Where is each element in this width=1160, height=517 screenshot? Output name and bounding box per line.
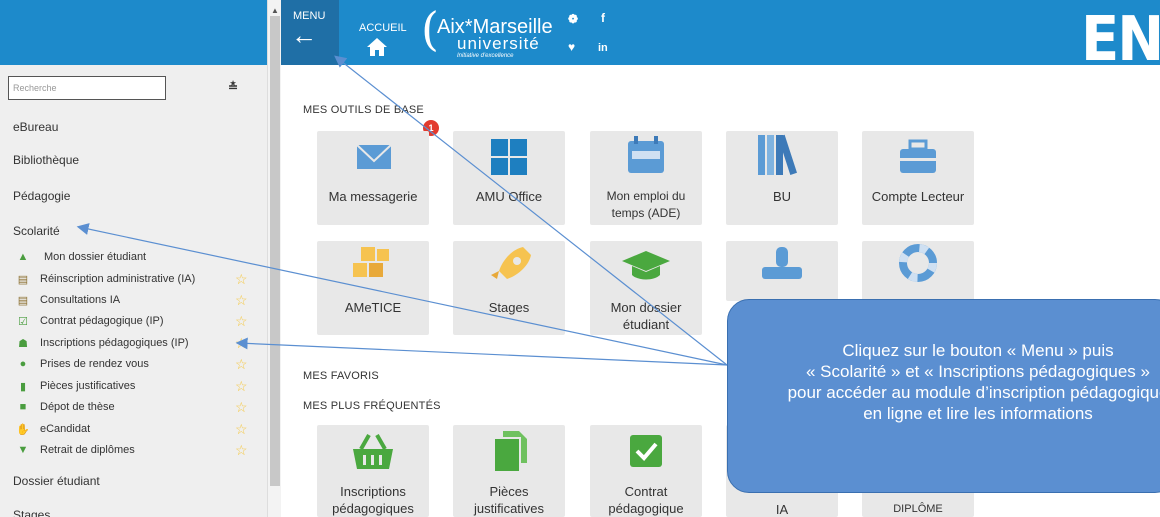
- globe-icon[interactable]: ❁: [568, 12, 578, 26]
- arrow-left-icon: ←: [291, 20, 317, 50]
- sidebar: ≛ eBureau Bibliothèque Pédagogie Scolari…: [0, 0, 267, 517]
- book-icon: ■: [19, 401, 27, 413]
- menu-button[interactable]: MENU ←: [281, 0, 339, 65]
- favorite-star-icon[interactable]: ☆: [235, 399, 248, 416]
- favorite-star-icon[interactable]: ☆: [235, 271, 248, 288]
- tile-messagerie[interactable]: Ma messagerie: [317, 131, 429, 225]
- scroll-up-icon[interactable]: ▲: [271, 6, 279, 15]
- sub-item-contrat[interactable]: ☑ Contrat pédagogique (IP) ☆: [16, 313, 256, 333]
- sub-item-consultations[interactable]: ▤ Consultations IA ☆: [16, 292, 256, 312]
- tile-pieces-justificatives[interactable]: Pièces justificatives: [453, 425, 565, 517]
- check-square-icon: [630, 435, 662, 467]
- twitter-icon[interactable]: ♥: [568, 40, 575, 54]
- tile-contrat-pedagogique[interactable]: Contrat pédagogique: [590, 425, 702, 517]
- tile-mon-dossier-etudiant[interactable]: Mon dossier étudiant: [590, 241, 702, 335]
- tile-ametice[interactable]: AMeTICE: [317, 241, 429, 335]
- favorite-star-icon[interactable]: ☆: [235, 378, 248, 395]
- institution-icon: ▤: [17, 274, 29, 286]
- section-title-base: MES OUTILS DE BASE: [303, 104, 424, 116]
- section-title-frequents: MES PLUS FRÉQUENTÉS: [303, 400, 441, 412]
- favorite-star-icon[interactable]: ☆: [235, 442, 248, 459]
- sidebar-item-scolarite[interactable]: Scolarité: [13, 224, 60, 238]
- tile-bu[interactable]: BU: [726, 131, 838, 225]
- callout-line-3: pour accéder au module d’inscription péd…: [787, 383, 1160, 402]
- tile-stamp[interactable]: [726, 241, 838, 301]
- tile-inscriptions-pedagogiques[interactable]: Inscriptions pédagogiques: [317, 425, 429, 517]
- sidebar-item-bibliotheque[interactable]: Bibliothèque: [13, 153, 79, 167]
- facebook-icon[interactable]: f: [601, 11, 605, 25]
- tutorial-callout: Cliquez sur le bouton « Menu » puis « Sc…: [727, 299, 1160, 493]
- favorite-star-icon[interactable]: ☆: [235, 313, 248, 330]
- home-icon: [367, 38, 387, 56]
- calendar-icon: [628, 136, 664, 173]
- institution-icon: ▤: [17, 295, 29, 307]
- basket-icon: [353, 434, 393, 469]
- trophy-icon: ▼: [17, 444, 29, 456]
- check-square-icon: ☑: [18, 316, 28, 328]
- favorite-star-icon[interactable]: ☆: [235, 421, 248, 438]
- amu-logo[interactable]: ( Aix*Marseille université Initiative d'…: [421, 2, 561, 60]
- linkedin-icon[interactable]: in: [598, 42, 608, 54]
- sub-item-rendez-vous[interactable]: ● Prises de rendez vous ☆: [16, 356, 256, 376]
- tile-amu-office[interactable]: AMU Office: [453, 131, 565, 225]
- sidebar-item-dossier-etudiant[interactable]: Dossier étudiant: [13, 474, 100, 488]
- sidebar-item-pedagogie[interactable]: Pédagogie: [13, 189, 70, 203]
- ent-brand: ENT: [1081, 4, 1160, 76]
- section-title-favoris: MES FAVORIS: [303, 370, 379, 382]
- favorite-star-icon[interactable]: ☆: [235, 292, 248, 309]
- files-icon: ▮: [19, 381, 27, 393]
- basket-icon: ☗: [18, 338, 28, 350]
- sub-item-retrait-diplomes[interactable]: ▼ Retrait de diplômes ☆: [16, 442, 256, 462]
- rocket-icon: [491, 247, 531, 279]
- tile-emploi-du-temps[interactable]: Mon emploi du temps (ADE): [590, 131, 702, 225]
- tile-stages[interactable]: Stages: [453, 241, 565, 335]
- windows-icon: [491, 139, 527, 175]
- scroll-thumb[interactable]: [270, 16, 280, 486]
- stamp-icon: [762, 247, 802, 279]
- lifebuoy-icon: [899, 244, 937, 282]
- graduation-cap-icon: ▲: [17, 251, 29, 263]
- sidebar-item-stages[interactable]: Stages: [13, 508, 50, 517]
- top-bar: MENU ← ACCUEIL ( Aix*Marseille universit…: [281, 0, 1160, 76]
- cubes-icon: [353, 247, 389, 277]
- favorite-star-icon[interactable]: ☆: [235, 335, 248, 352]
- favorite-star-icon[interactable]: ☆: [235, 356, 248, 373]
- envelope-icon: [356, 144, 392, 169]
- callout-line-2: « Scolarité » et « Inscriptions pédagogi…: [805, 362, 1150, 381]
- search-input[interactable]: [8, 76, 166, 100]
- chevron-double-down-icon[interactable]: ≛: [228, 80, 238, 94]
- callout-line-1: Cliquez sur le bouton « Menu » puis: [842, 341, 1114, 360]
- arrow-to-inscriptions: [235, 337, 728, 366]
- users-icon: ●: [19, 358, 27, 370]
- sidebar-header: [0, 0, 267, 65]
- callout-line-4: en ligne et lire les informations: [863, 404, 1093, 423]
- sub-item-depot-these[interactable]: ■ Dépot de thèse ☆: [16, 399, 256, 419]
- files-icon: [495, 431, 527, 471]
- sub-item-mon-dossier[interactable]: ▲ Mon dossier étudiant: [16, 249, 256, 269]
- search-row: ≛: [8, 76, 258, 100]
- sub-item-pieces[interactable]: ▮ Pièces justificatives ☆: [16, 378, 256, 398]
- sub-item-inscriptions[interactable]: ☗ Inscriptions pédagogiques (IP) ☆: [16, 335, 256, 355]
- graduation-cap-icon: [622, 251, 670, 280]
- sub-item-reinscription[interactable]: ▤ Réinscription administrative (IA) ☆: [16, 271, 256, 291]
- sidebar-scrollbar[interactable]: ▲: [267, 0, 281, 517]
- sub-item-ecandidat[interactable]: ✋ eCandidat ☆: [16, 421, 256, 441]
- hand-icon: ✋: [16, 424, 30, 436]
- sidebar-item-ebureau[interactable]: eBureau: [13, 120, 58, 134]
- books-icon: [758, 134, 797, 175]
- briefcase-icon: [900, 139, 936, 173]
- accueil-button[interactable]: ACCUEIL: [351, 0, 407, 65]
- tile-help[interactable]: [862, 241, 974, 301]
- tile-compte-lecteur[interactable]: Compte Lecteur: [862, 131, 974, 225]
